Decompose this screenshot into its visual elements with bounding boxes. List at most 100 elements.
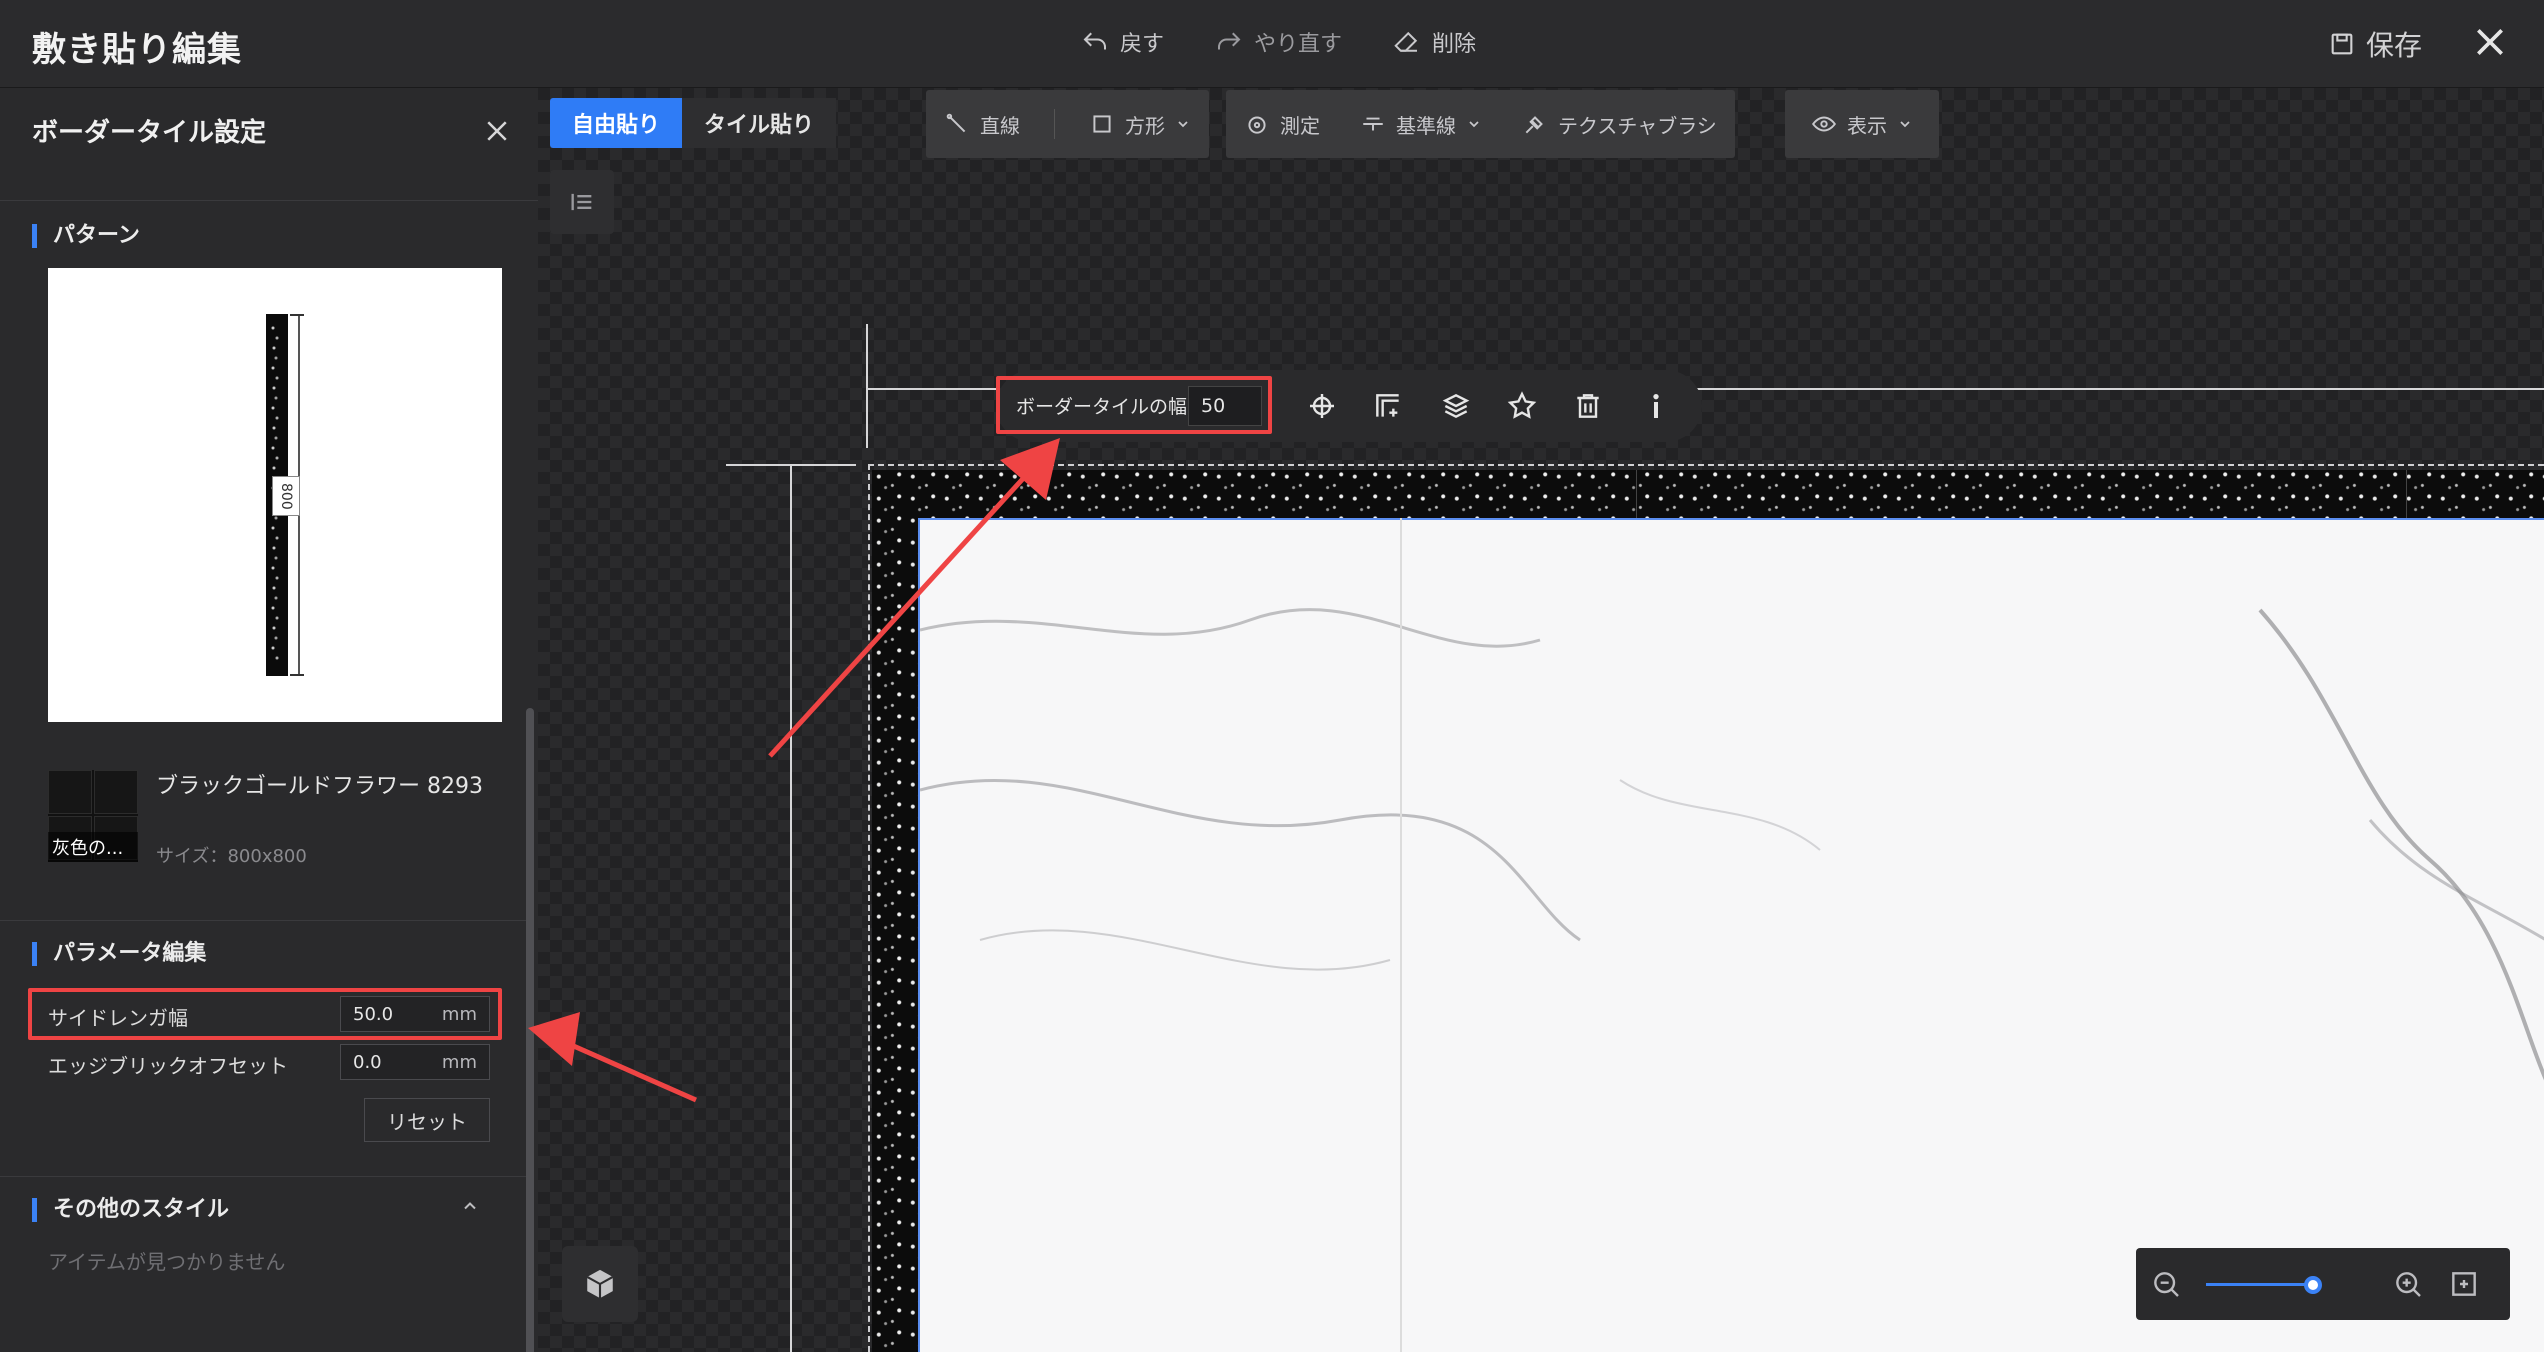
texture-brush-tool[interactable]: テクスチャブラシ	[1522, 110, 1717, 139]
marble-veins	[920, 608, 2544, 1081]
highlight-box	[996, 376, 1272, 434]
brush-icon	[1525, 116, 1543, 134]
tab-tile-laying[interactable]: タイル貼り	[682, 98, 837, 148]
line-tool-label: 直線	[980, 113, 1020, 138]
selection-dash	[868, 464, 2544, 466]
pattern-section-title: パターン	[32, 224, 140, 248]
undo-icon	[1083, 32, 1106, 50]
save-icon	[2331, 33, 2353, 55]
panel-header: ボーダータイル設定	[0, 88, 538, 201]
panel-title: ボーダータイル設定	[32, 118, 267, 148]
save-label: 保存	[2366, 29, 2423, 62]
view-tool[interactable]: 表示	[1811, 110, 1913, 139]
undo-label: 戻す	[1120, 32, 1165, 57]
info-icon[interactable]	[1640, 390, 1672, 422]
pattern-preview: 800	[48, 268, 502, 722]
chevron-down-icon	[1900, 121, 1910, 128]
measure-tool[interactable]: 測定	[1244, 110, 1320, 139]
trash-icon[interactable]	[1572, 390, 1604, 422]
texture-brush-label: テクスチャブラシ	[1558, 113, 1717, 138]
thumb-caption: 灰色の...	[48, 832, 138, 862]
measure-tool-group: 測定 基準線 テクスチャブラシ	[1226, 90, 1735, 158]
param-row-edge-brick-offset: エッジブリックオフセット 0.0 mm	[32, 1042, 498, 1082]
tool-separator	[1054, 109, 1055, 139]
delete-label: 削除	[1432, 32, 1477, 57]
tile-seam	[1636, 470, 1637, 518]
guide-line	[866, 324, 868, 448]
rect-tool-label: 方形	[1125, 113, 1165, 138]
empty-message: アイテムが見つかりません	[48, 1250, 286, 1274]
measure-tool-label: 測定	[1280, 113, 1320, 138]
guide-line	[866, 388, 996, 390]
zoom-in-icon[interactable]	[2392, 1268, 2424, 1300]
baseline-icon	[1363, 117, 1383, 131]
dimension-tick	[290, 314, 304, 316]
border-tile-settings-panel: ボーダータイル設定 パターン 800 灰色の... ブラックゴールドフラワー 8…	[0, 88, 538, 1352]
baseline-tool-label: 基準線	[1396, 113, 1456, 138]
other-styles-section-title[interactable]: その他のスタイル	[32, 1198, 229, 1222]
param-label: エッジブリックオフセット	[48, 1054, 288, 1078]
line-icon	[946, 113, 966, 133]
fit-screen-icon[interactable]	[2448, 1268, 2480, 1300]
cube-icon	[586, 1269, 614, 1299]
redo-button[interactable]: やり直す	[1214, 26, 1342, 58]
section-divider	[0, 920, 526, 921]
chevron-up-icon[interactable]	[460, 1196, 480, 1216]
eraser-icon	[1394, 31, 1418, 52]
dimension-label: 800	[272, 476, 300, 516]
crosshair-icon[interactable]	[1306, 390, 1338, 422]
zoom-slider-track[interactable]	[2206, 1283, 2312, 1286]
draw-tool-group: 直線 方形	[926, 90, 1209, 158]
redo-label: やり直す	[1254, 32, 1343, 57]
param-value: 0.0	[353, 1051, 382, 1073]
3d-view-button[interactable]	[562, 1246, 638, 1322]
dimension-tick	[290, 674, 304, 676]
guide-line	[790, 464, 792, 1352]
tile-name: ブラックゴールドフラワー 8293	[156, 774, 483, 799]
panel-scrollbar[interactable]	[526, 708, 534, 1352]
chevron-down-icon	[1178, 121, 1188, 128]
marble-floor-tile[interactable]	[918, 518, 2544, 1352]
thumb-cell	[48, 770, 92, 814]
param-unit: mm	[441, 1051, 477, 1073]
reset-button[interactable]: リセット	[364, 1098, 490, 1142]
eye-icon	[1811, 116, 1837, 132]
close-icon[interactable]	[2470, 22, 2510, 62]
save-button[interactable]: 保存	[2328, 24, 2422, 64]
zoom-slider-handle[interactable]	[2304, 1276, 2322, 1294]
layers-icon[interactable]	[1440, 390, 1472, 422]
star-icon[interactable]	[1506, 390, 1538, 422]
tile-seam	[1400, 518, 1402, 1352]
tile-thumbnail[interactable]: 灰色の...	[48, 770, 138, 862]
section-divider	[0, 1176, 526, 1177]
layer-list-button[interactable]	[550, 170, 614, 234]
border-tile-left[interactable]	[872, 470, 918, 1352]
edge-brick-offset-input[interactable]: 0.0 mm	[340, 1044, 490, 1080]
panel-close-icon[interactable]	[482, 116, 512, 146]
top-actions: 戻す やり直す 削除	[1080, 26, 1476, 58]
delete-button[interactable]: 削除	[1392, 26, 1476, 58]
tab-free-laying[interactable]: 自由貼り	[550, 98, 683, 148]
selection-dash	[868, 464, 870, 1352]
app-title: 敷き貼り編集	[32, 30, 242, 70]
baseline-tool[interactable]: 基準線	[1360, 110, 1482, 139]
zoom-out-icon[interactable]	[2150, 1268, 2182, 1300]
rect-tool[interactable]: 方形	[1089, 110, 1191, 139]
redo-icon	[1218, 32, 1241, 50]
guide-line	[1688, 388, 2544, 390]
view-tool-group: 表示	[1785, 90, 1939, 158]
zoom-control	[2136, 1248, 2510, 1320]
mode-tabs: 自由貼り タイル貼り	[550, 98, 837, 148]
tile-size: サイズ：800x800	[156, 846, 307, 867]
chevron-down-icon	[1469, 121, 1479, 128]
undo-button[interactable]: 戻す	[1080, 26, 1164, 58]
top-bar: 敷き貼り編集 戻す やり直す 削除 保存	[0, 0, 2544, 88]
view-tool-label: 表示	[1847, 113, 1887, 138]
editor-canvas[interactable]: 自由貼り タイル貼り 直線 方形 測定 基準線 テクスチャブラシ 表示 ボーダー…	[538, 88, 2544, 1352]
measure-icon	[1248, 116, 1266, 134]
add-corner-icon[interactable]	[1372, 390, 1404, 422]
border-tile-top[interactable]	[872, 470, 2544, 518]
thumb-cell	[94, 770, 138, 814]
tile-seam	[2406, 470, 2407, 518]
line-tool[interactable]: 直線	[944, 110, 1020, 139]
